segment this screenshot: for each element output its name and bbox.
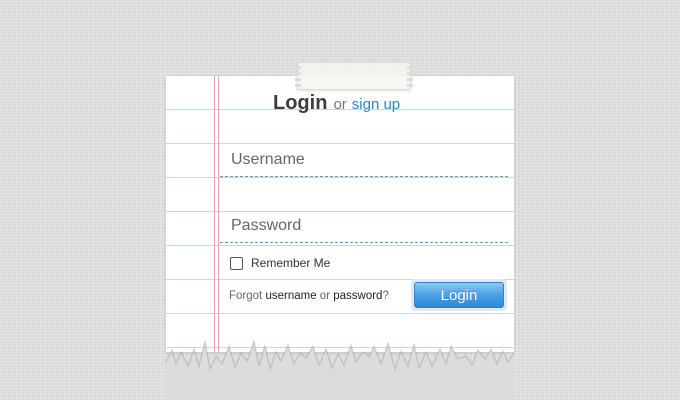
title-or-text: or: [333, 96, 347, 113]
login-button[interactable]: Login: [414, 282, 504, 308]
forgot-credentials-text: Forgot username or password?: [229, 290, 389, 302]
forgot-username-link[interactable]: username: [265, 290, 316, 302]
login-header: Login or sign up: [273, 92, 400, 115]
forgot-text: Forgot: [229, 290, 263, 302]
remember-me-label[interactable]: Remember Me: [251, 256, 330, 270]
forgot-or-text: or: [319, 290, 331, 302]
remember-me-checkbox[interactable]: [230, 256, 243, 270]
username-input[interactable]: [220, 144, 508, 177]
login-button-frame: Login: [411, 279, 507, 311]
question-mark: ?: [382, 290, 389, 302]
password-input[interactable]: [220, 210, 508, 243]
page-title: Login: [273, 92, 328, 114]
tape-strip: [295, 62, 413, 90]
torn-paper-edge: [165, 338, 515, 400]
remember-me-row: Remember Me: [230, 256, 330, 270]
signup-link[interactable]: sign up: [352, 96, 400, 113]
forgot-password-link[interactable]: password: [333, 290, 382, 302]
